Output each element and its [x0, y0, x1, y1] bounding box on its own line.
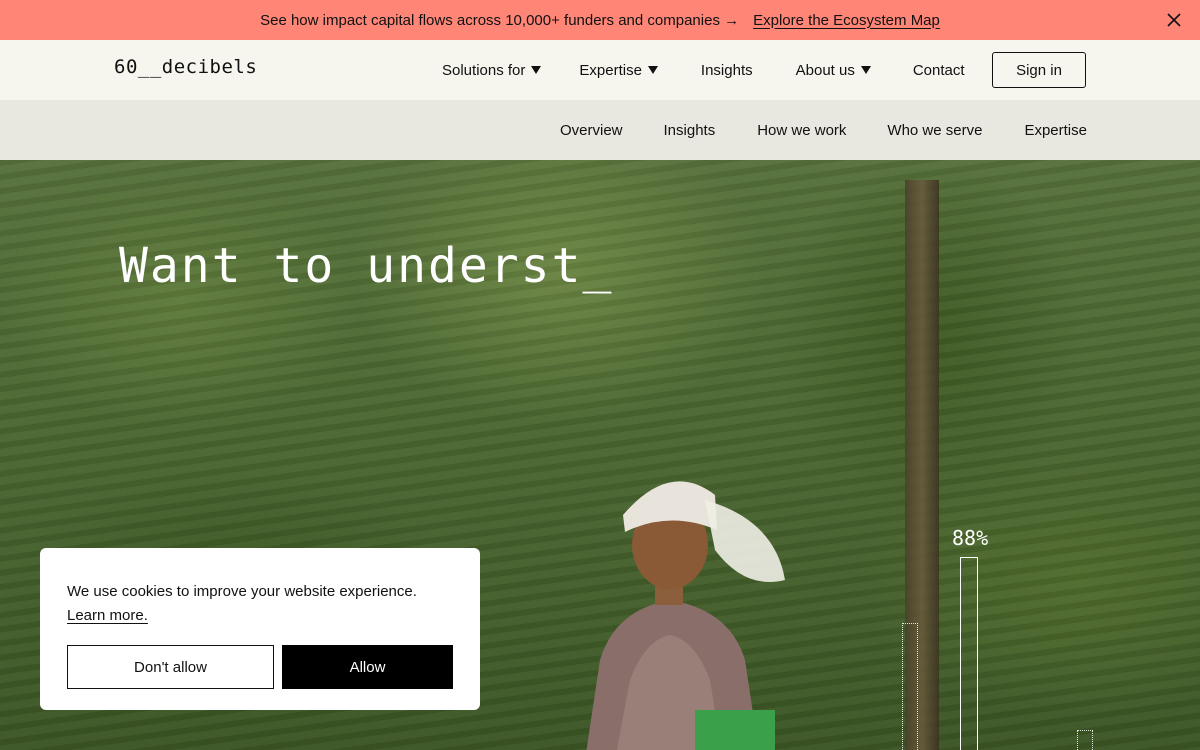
site-header: 60__decibels Solutions for Expertise Ins…: [0, 40, 1200, 100]
nav-contact[interactable]: Contact: [913, 62, 965, 79]
nav-label: Solutions for: [442, 61, 526, 79]
subnav-who-we-serve[interactable]: Who we serve: [887, 122, 982, 139]
hero-headline: Want to underst_: [119, 238, 614, 294]
nav-solutions[interactable]: Solutions for: [442, 61, 542, 79]
subnav-insights[interactable]: Insights: [664, 122, 716, 139]
stat-label: 88%: [952, 526, 989, 550]
sub-nav: Overview Insights How we work Who we ser…: [0, 100, 1200, 160]
subnav-overview[interactable]: Overview: [560, 122, 623, 139]
learn-more-link[interactable]: Learn more.: [67, 607, 148, 624]
sign-in-button[interactable]: Sign in: [992, 52, 1086, 88]
allow-button[interactable]: Allow: [282, 645, 453, 689]
nav-label: About us: [795, 61, 855, 79]
subnav-expertise[interactable]: Expertise: [1024, 122, 1087, 139]
caret-down-icon: [531, 66, 542, 74]
nav-label: Expertise: [579, 61, 642, 79]
cookie-banner: We use cookies to improve your website e…: [40, 548, 480, 710]
close-icon[interactable]: [1166, 12, 1182, 28]
announcement-message: See how impact capital flows across 10,0…: [260, 11, 740, 29]
nav-expertise[interactable]: Expertise: [579, 62, 658, 79]
dont-allow-button[interactable]: Don't allow: [67, 645, 274, 689]
subnav-how-we-work[interactable]: How we work: [757, 122, 846, 139]
nav-label: Contact: [912, 61, 965, 79]
tea-picker-image: [586, 481, 785, 750]
ghost-bar-small: [1077, 730, 1093, 750]
nav-about-us[interactable]: About us: [796, 62, 871, 79]
nav-label: Insights: [700, 61, 753, 79]
cookie-message: We use cookies to improve your website e…: [67, 580, 457, 628]
ghost-bar: [902, 623, 918, 750]
caret-down-icon: [860, 66, 871, 74]
caret-down-icon: [647, 66, 658, 74]
cookie-text: We use cookies to improve your website e…: [67, 583, 417, 600]
nav-insights[interactable]: Insights: [701, 62, 753, 79]
announcement-bar: See how impact capital flows across 10,0…: [0, 0, 1200, 40]
stat-bar: [960, 557, 978, 750]
logo[interactable]: 60__decibels: [114, 56, 257, 78]
ecosystem-map-link[interactable]: Explore the Ecosystem Map: [753, 12, 940, 29]
main-nav: Solutions for Expertise Insights About u…: [442, 40, 965, 100]
